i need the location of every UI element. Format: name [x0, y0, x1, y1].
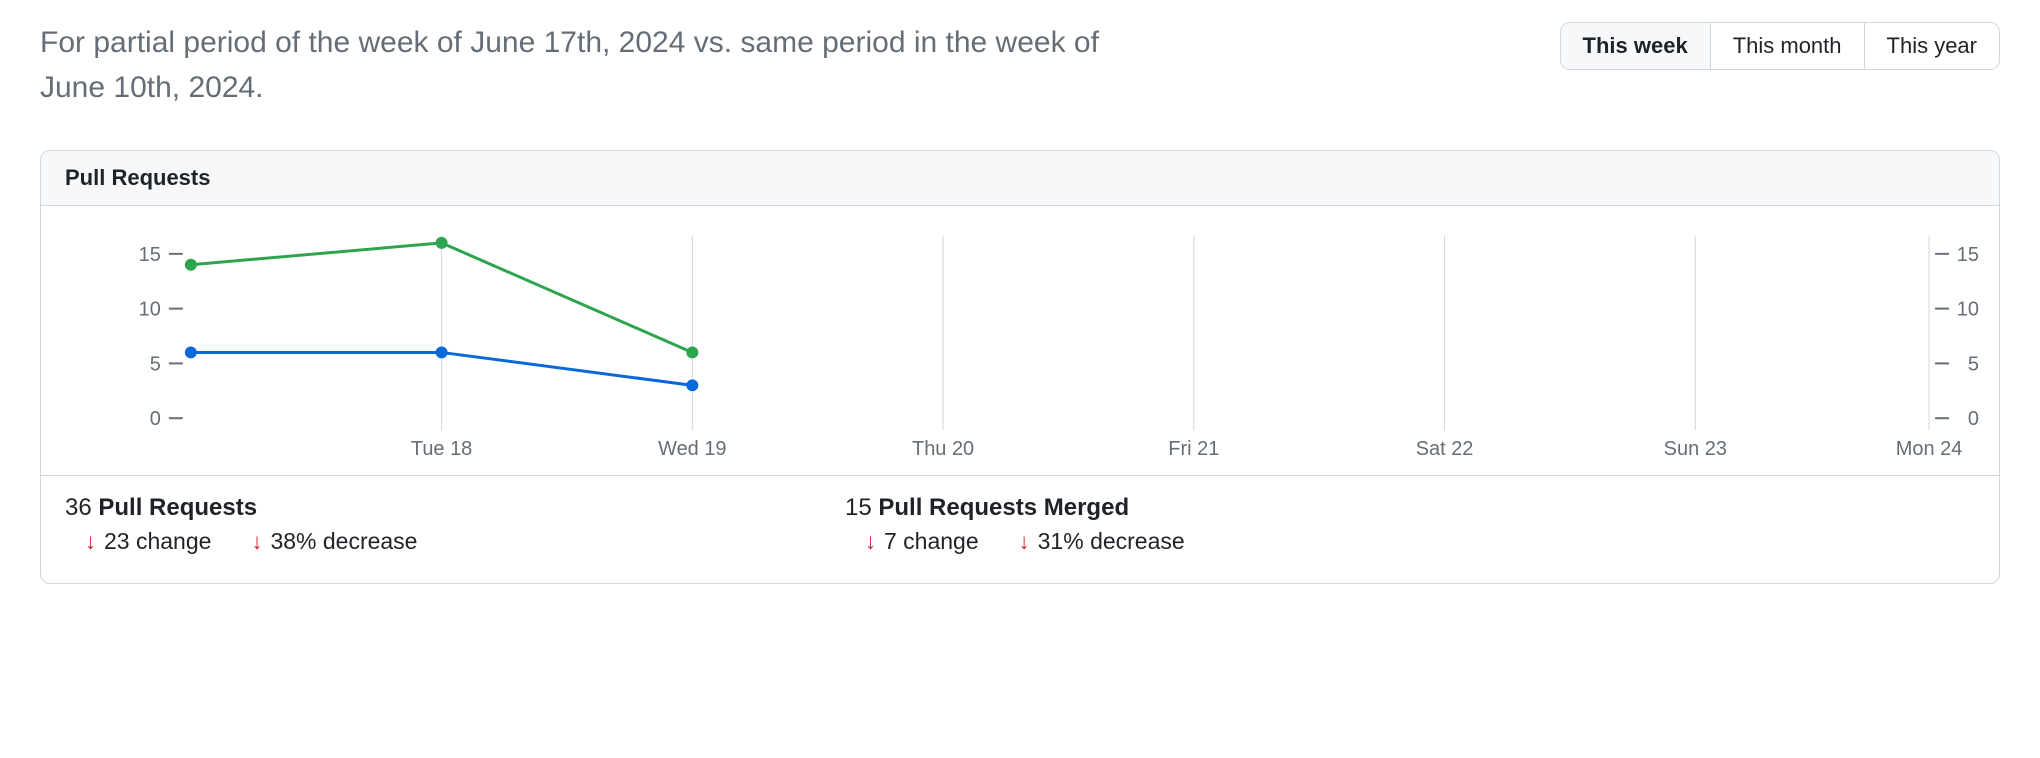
range-this-year-button[interactable]: This year [1864, 23, 1999, 69]
y-axis-right: 15 10 5 0 [1935, 244, 1979, 430]
arrow-down-icon: ↓ [251, 531, 262, 553]
stats-row: 36 Pull Requests ↓ 23 change ↓ 38% decre… [41, 476, 1999, 583]
x-gridlines [442, 236, 1929, 430]
series-merged-point [686, 379, 698, 391]
range-this-month-button[interactable]: This month [1710, 23, 1864, 69]
stat-merged-label: Pull Requests Merged [878, 494, 1129, 521]
x-tick-thu: Thu 20 [912, 438, 974, 460]
x-tick-tue: Tue 18 [411, 438, 472, 460]
y-left-tick-10: 10 [139, 299, 161, 321]
stat-pr-label: Pull Requests [98, 494, 257, 521]
stat-merged-count: 15 [845, 494, 872, 521]
stat-pull-requests: 36 Pull Requests ↓ 23 change ↓ 38% decre… [65, 494, 765, 555]
stat-pr-count: 36 [65, 494, 92, 521]
x-tick-sun: Sun 23 [1664, 438, 1727, 460]
y-axis-left: 15 10 5 0 [139, 244, 183, 430]
x-tick-wed: Wed 19 [658, 438, 726, 460]
stat-pr-percent: ↓ 38% decrease [251, 528, 417, 555]
y-left-tick-5: 5 [150, 353, 161, 375]
y-right-tick-0: 0 [1968, 408, 1979, 430]
y-left-tick-0: 0 [150, 408, 161, 430]
series-merged-point [185, 346, 197, 358]
x-axis: Tue 18 Wed 19 Thu 20 Fri 21 Sat 22 Sun 2… [411, 438, 1962, 460]
series-pull-requests-point [436, 237, 448, 249]
y-right-tick-10: 10 [1957, 299, 1979, 321]
range-this-week-button[interactable]: This week [1561, 23, 1710, 69]
stat-merged-change-text: 7 change [884, 528, 979, 555]
y-right-tick-15: 15 [1957, 244, 1979, 266]
x-tick-mon: Mon 24 [1896, 438, 1963, 460]
stat-pr-change: ↓ 23 change [85, 528, 211, 555]
panel-title: Pull Requests [41, 151, 1999, 206]
stat-merged-percent-text: 31% decrease [1038, 528, 1185, 555]
y-right-tick-5: 5 [1968, 353, 1979, 375]
arrow-down-icon: ↓ [865, 531, 876, 553]
pull-requests-chart: 15 10 5 0 15 10 5 0 [41, 206, 1999, 476]
stat-merged-percent: ↓ 31% decrease [1019, 528, 1185, 555]
stat-pr-change-text: 23 change [104, 528, 211, 555]
series-merged-point [436, 346, 448, 358]
x-tick-fri: Fri 21 [1168, 438, 1219, 460]
stat-merged: 15 Pull Requests Merged ↓ 7 change ↓ 31%… [845, 494, 1545, 555]
x-tick-sat: Sat 22 [1416, 438, 1474, 460]
series-pull-requests-point [185, 259, 197, 271]
arrow-down-icon: ↓ [1019, 531, 1030, 553]
time-range-toggle: This week This month This year [1560, 22, 2000, 70]
comparison-period-text: For partial period of the week of June 1… [40, 20, 1120, 110]
pull-requests-panel: Pull Requests 15 10 5 0 15 [40, 150, 2000, 584]
stat-merged-change: ↓ 7 change [865, 528, 979, 555]
y-left-tick-15: 15 [139, 244, 161, 266]
arrow-down-icon: ↓ [85, 531, 96, 553]
series-pull-requests-point [686, 346, 698, 358]
stat-pr-percent-text: 38% decrease [270, 528, 417, 555]
